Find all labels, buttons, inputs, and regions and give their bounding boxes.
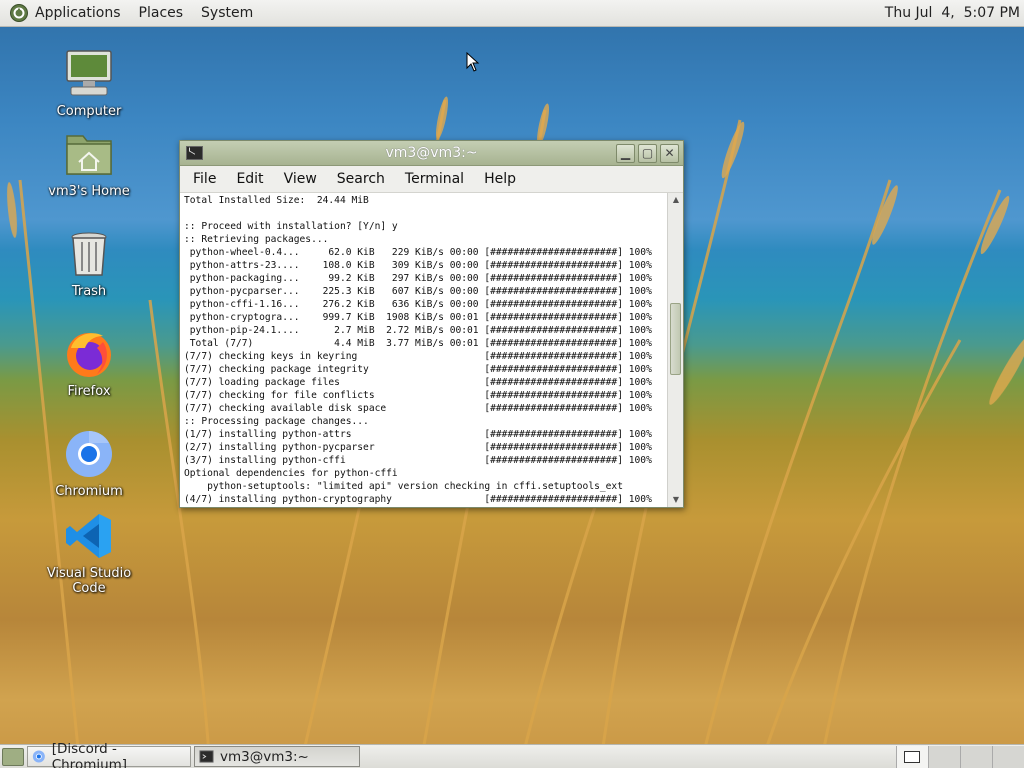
desktop-icon-label: vm3's Home bbox=[48, 184, 130, 199]
desktop-icon-label: Computer bbox=[56, 104, 122, 119]
applications-menu[interactable]: Applications bbox=[0, 0, 130, 27]
terminal-line: Optional dependencies for python-cffi bbox=[184, 468, 398, 479]
applications-label: Applications bbox=[35, 5, 121, 21]
terminal-icon bbox=[199, 750, 214, 763]
close-icon: ✕ bbox=[664, 146, 675, 160]
places-menu[interactable]: Places bbox=[130, 0, 193, 27]
menu-view[interactable]: View bbox=[274, 171, 327, 187]
terminal-menubar: File Edit View Search Terminal Help bbox=[180, 166, 683, 193]
desktop-icon-trash[interactable]: Trash bbox=[29, 228, 149, 299]
terminal-line: python-setuptools: "limited api" version… bbox=[184, 481, 623, 492]
system-label: System bbox=[201, 5, 254, 21]
desktop-icon-label: Firefox bbox=[67, 384, 111, 399]
scroll-up-icon[interactable]: ▲ bbox=[668, 193, 684, 207]
terminal-line: Total Installed Size: 24.44 MiB bbox=[184, 195, 369, 206]
desktop-icon-label: Chromium bbox=[55, 484, 123, 499]
task-button-discord[interactable]: [Discord - Chromium] bbox=[27, 741, 191, 768]
terminal-body[interactable]: Total Installed Size: 24.44 MiB :: Proce… bbox=[180, 193, 683, 507]
menu-help[interactable]: Help bbox=[474, 171, 526, 187]
terminal-line: python-pycparser... 225.3 KiB 607 KiB/s … bbox=[184, 286, 652, 297]
task-label: vm3@vm3:~ bbox=[220, 748, 309, 765]
terminal-output[interactable]: Total Installed Size: 24.44 MiB :: Proce… bbox=[184, 194, 665, 507]
terminal-line: (4/7) installing python-cryptography [##… bbox=[184, 494, 652, 505]
close-button[interactable]: ✕ bbox=[660, 143, 679, 163]
maximize-icon: ▢ bbox=[641, 146, 654, 160]
workspace-switcher[interactable] bbox=[896, 745, 1024, 768]
terminal-line: python-pip-24.1.... 2.7 MiB 2.72 MiB/s 0… bbox=[184, 325, 652, 336]
window-title: vm3@vm3:~ bbox=[385, 145, 478, 161]
desktop-icon-computer[interactable]: Computer bbox=[29, 48, 149, 119]
firefox-icon bbox=[67, 333, 111, 377]
workspace-3[interactable] bbox=[960, 745, 992, 768]
terminal-line: (1/7) installing python-attrs [#########… bbox=[184, 429, 652, 440]
task-label: [Discord - Chromium] bbox=[51, 740, 128, 768]
terminal-line: :: Processing package changes... bbox=[184, 416, 369, 427]
chromium-icon bbox=[32, 750, 45, 763]
terminal-window[interactable]: vm3@vm3:~ ▁ ▢ ✕ File Edit View Search Te… bbox=[179, 140, 684, 508]
terminal-line: (2/7) installing python-pycparser [#####… bbox=[184, 442, 652, 453]
bottom-panel: [Discord - Chromium] vm3@vm3:~ bbox=[0, 741, 1024, 768]
desktop-icon-label: Trash bbox=[71, 284, 107, 299]
terminal-line: (7/7) checking available disk space [###… bbox=[184, 403, 652, 414]
computer-icon bbox=[66, 50, 112, 96]
places-label: Places bbox=[138, 5, 184, 21]
vscode-icon bbox=[66, 514, 111, 558]
terminal-line: python-wheel-0.4... 62.0 KiB 229 KiB/s 0… bbox=[184, 247, 652, 258]
distro-logo-icon bbox=[10, 4, 28, 22]
menu-file[interactable]: File bbox=[183, 171, 226, 187]
home-folder-icon bbox=[66, 135, 112, 175]
desktop-icon-vscode[interactable]: Visual Studio Code bbox=[29, 510, 149, 596]
top-panel: Applications Places System Thu Jul 4, 5:… bbox=[0, 0, 1024, 27]
minimize-icon: ▁ bbox=[620, 146, 631, 160]
minimize-button[interactable]: ▁ bbox=[616, 143, 635, 163]
workspace-2[interactable] bbox=[928, 745, 960, 768]
scrollbar-thumb[interactable] bbox=[670, 303, 681, 376]
mouse-cursor-icon bbox=[466, 52, 480, 72]
scroll-down-icon[interactable]: ▼ bbox=[668, 493, 684, 507]
workspace-1[interactable] bbox=[896, 745, 928, 768]
terminal-line: (3/7) installing python-cffi [##########… bbox=[184, 455, 652, 466]
desktop-icon-firefox[interactable]: Firefox bbox=[29, 328, 149, 399]
desktop-icon-chromium[interactable]: Chromium bbox=[29, 428, 149, 499]
terminal-line: (7/7) loading package files [###########… bbox=[184, 377, 652, 388]
desktop-icon-label: Visual Studio Code bbox=[46, 566, 132, 596]
terminal-line: python-cffi-1.16... 276.2 KiB 636 KiB/s … bbox=[184, 299, 652, 310]
terminal-line: python-packaging... 99.2 KiB 297 KiB/s 0… bbox=[184, 273, 652, 284]
menu-search[interactable]: Search bbox=[327, 171, 395, 187]
terminal-icon bbox=[186, 146, 203, 160]
chromium-icon bbox=[66, 431, 112, 477]
menu-edit[interactable]: Edit bbox=[226, 171, 273, 187]
menu-terminal[interactable]: Terminal bbox=[395, 171, 474, 187]
terminal-line: Total (7/7) 4.4 MiB 3.77 MiB/s 00:01 [##… bbox=[184, 338, 652, 349]
workspace-4[interactable] bbox=[992, 745, 1024, 768]
trash-icon bbox=[71, 232, 107, 276]
terminal-line: python-attrs-23.... 108.0 KiB 309 KiB/s … bbox=[184, 260, 652, 271]
show-desktop-button[interactable] bbox=[2, 747, 24, 766]
terminal-line: :: Retrieving packages... bbox=[184, 234, 329, 245]
task-button-terminal[interactable]: vm3@vm3:~ bbox=[194, 746, 360, 767]
terminal-line: (7/7) checking keys in keyring [########… bbox=[184, 351, 652, 362]
system-menu[interactable]: System bbox=[192, 0, 262, 27]
clock[interactable]: Thu Jul 4, 5:07 PM bbox=[876, 0, 1024, 27]
terminal-line: (7/7) checking package integrity [######… bbox=[184, 364, 652, 375]
maximize-button[interactable]: ▢ bbox=[638, 143, 657, 163]
terminal-line: :: Proceed with installation? [Y/n] y bbox=[184, 221, 398, 232]
desktop-icon-home[interactable]: vm3's Home bbox=[29, 128, 149, 199]
vertical-scrollbar[interactable]: ▲ ▼ bbox=[667, 193, 683, 507]
terminal-line: (7/7) checking for file conflicts [#####… bbox=[184, 390, 652, 401]
window-titlebar[interactable]: vm3@vm3:~ ▁ ▢ ✕ bbox=[180, 141, 683, 166]
terminal-line: python-cryptogra... 999.7 KiB 1908 KiB/s… bbox=[184, 312, 652, 323]
